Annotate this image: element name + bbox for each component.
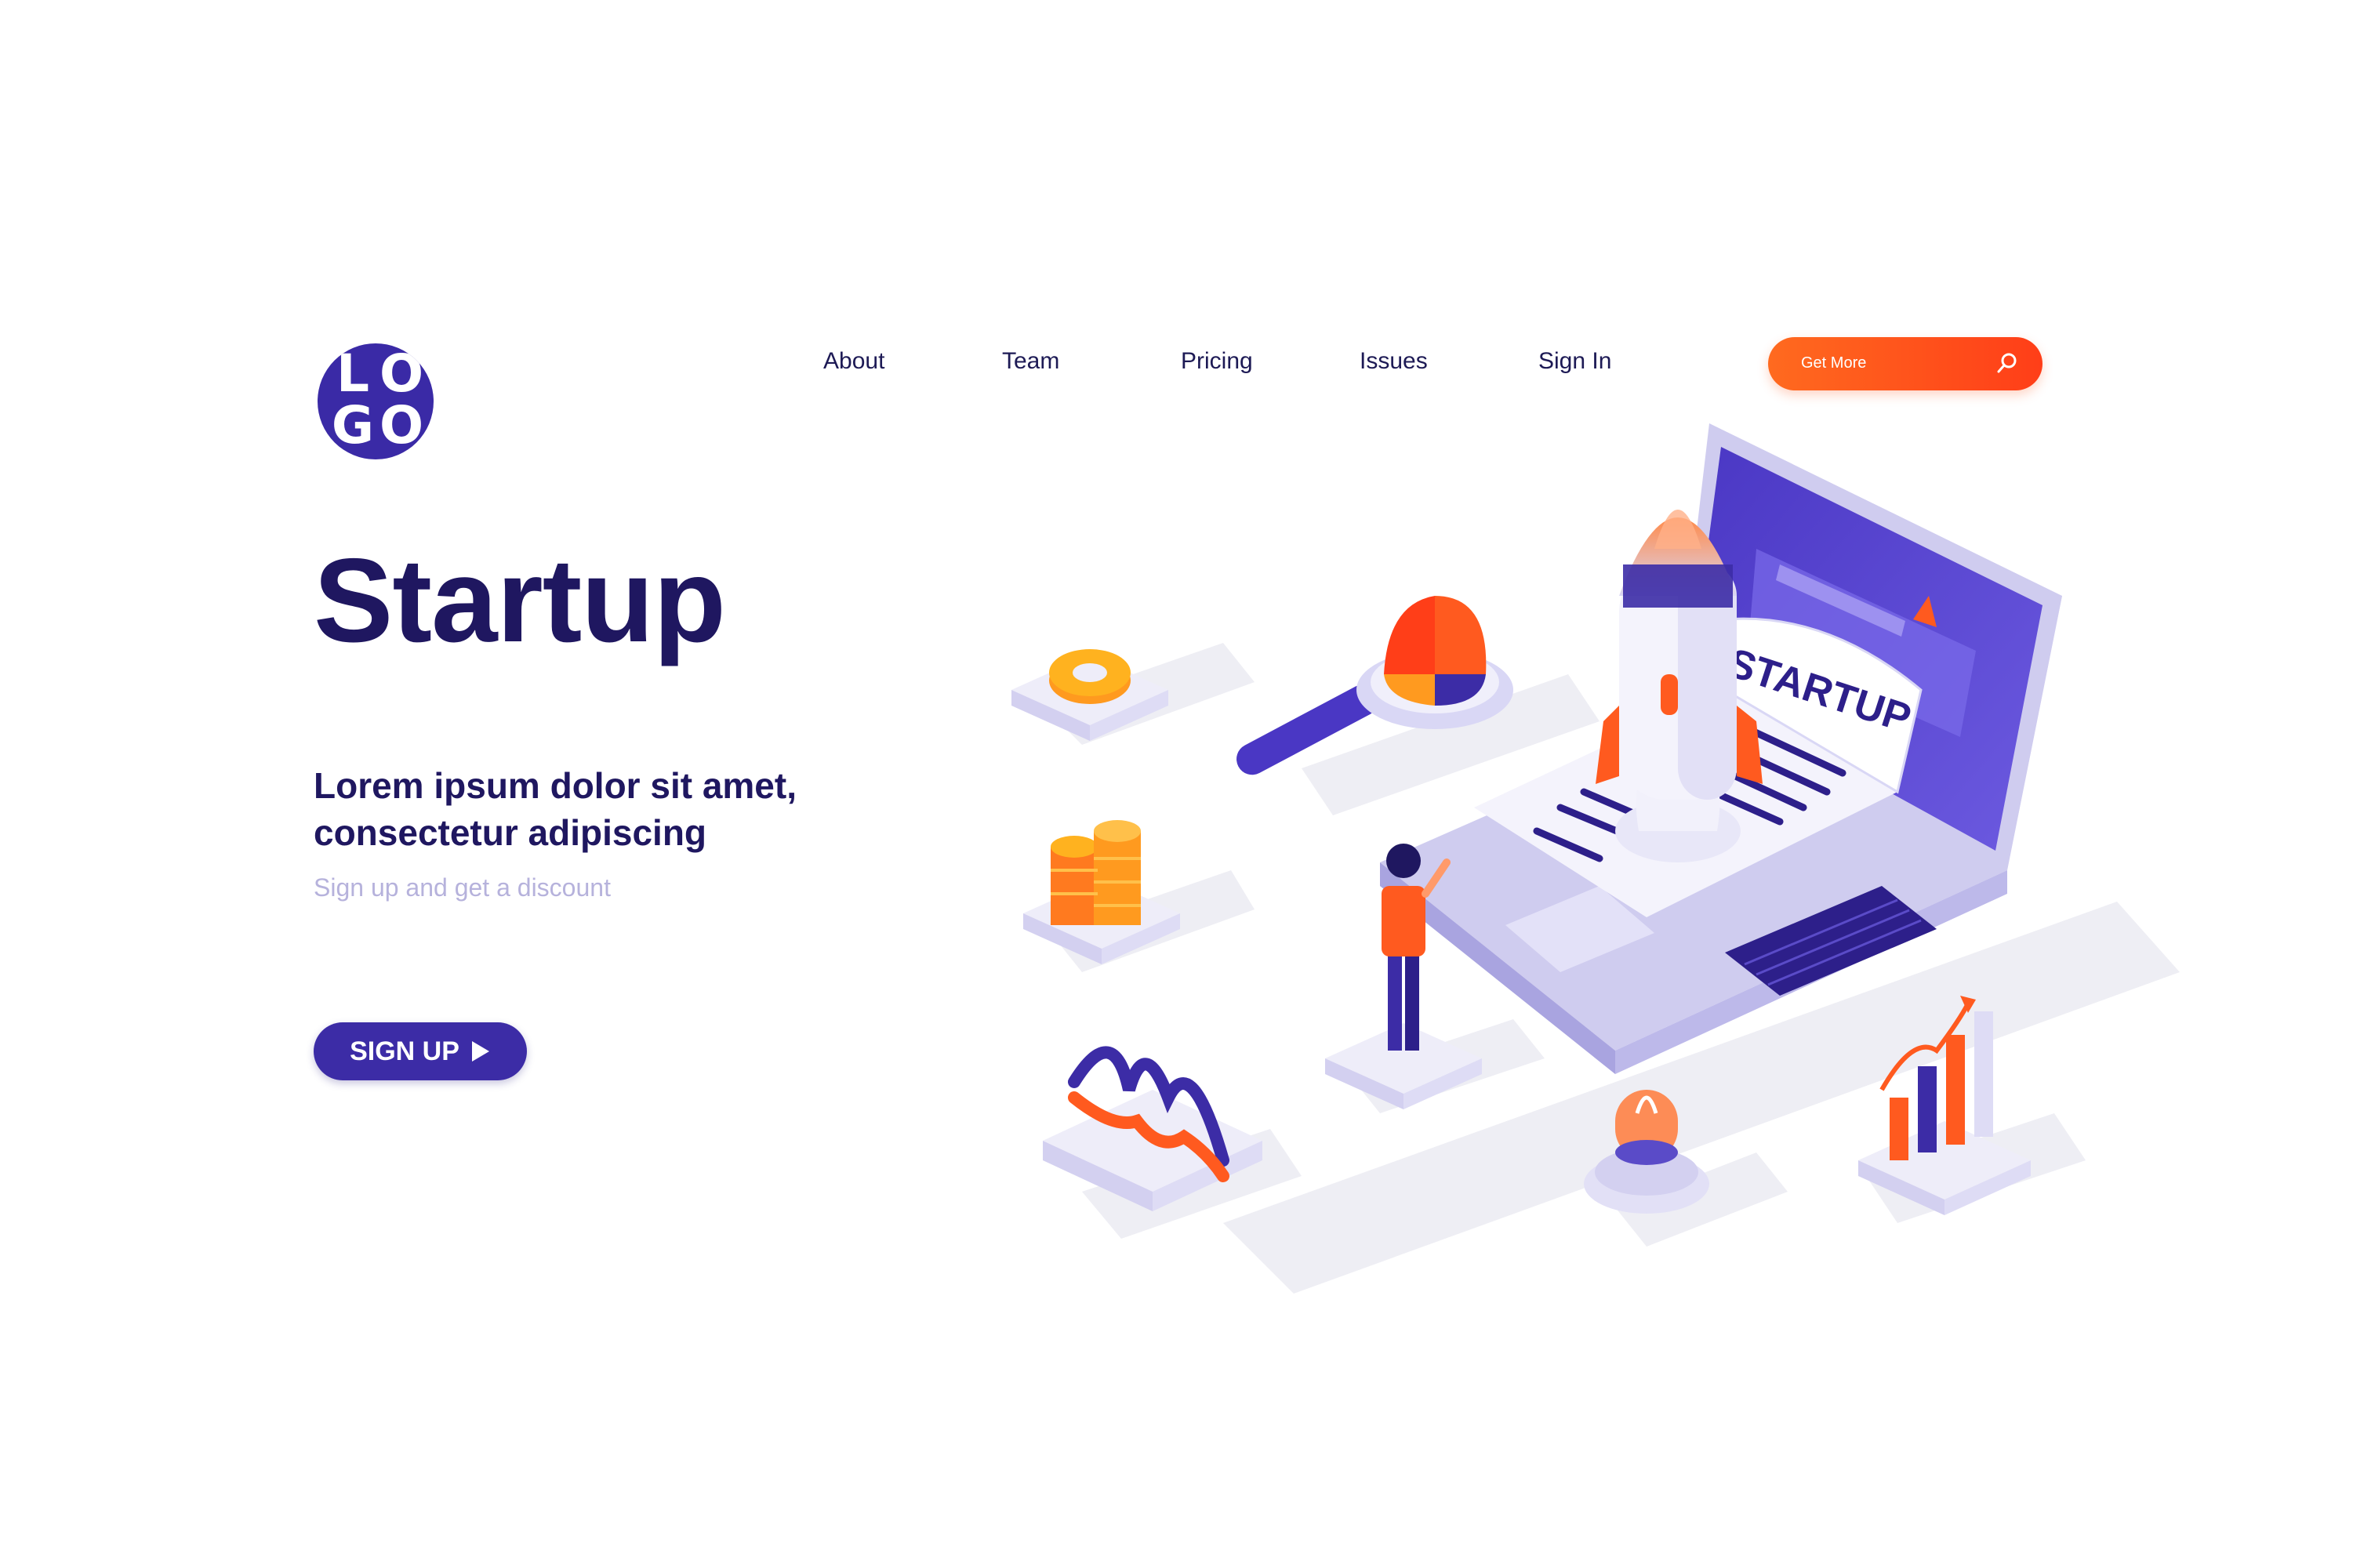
startup-illustration: STARTUP [1011, 423, 2180, 1294]
gear-tile [1011, 649, 1168, 741]
